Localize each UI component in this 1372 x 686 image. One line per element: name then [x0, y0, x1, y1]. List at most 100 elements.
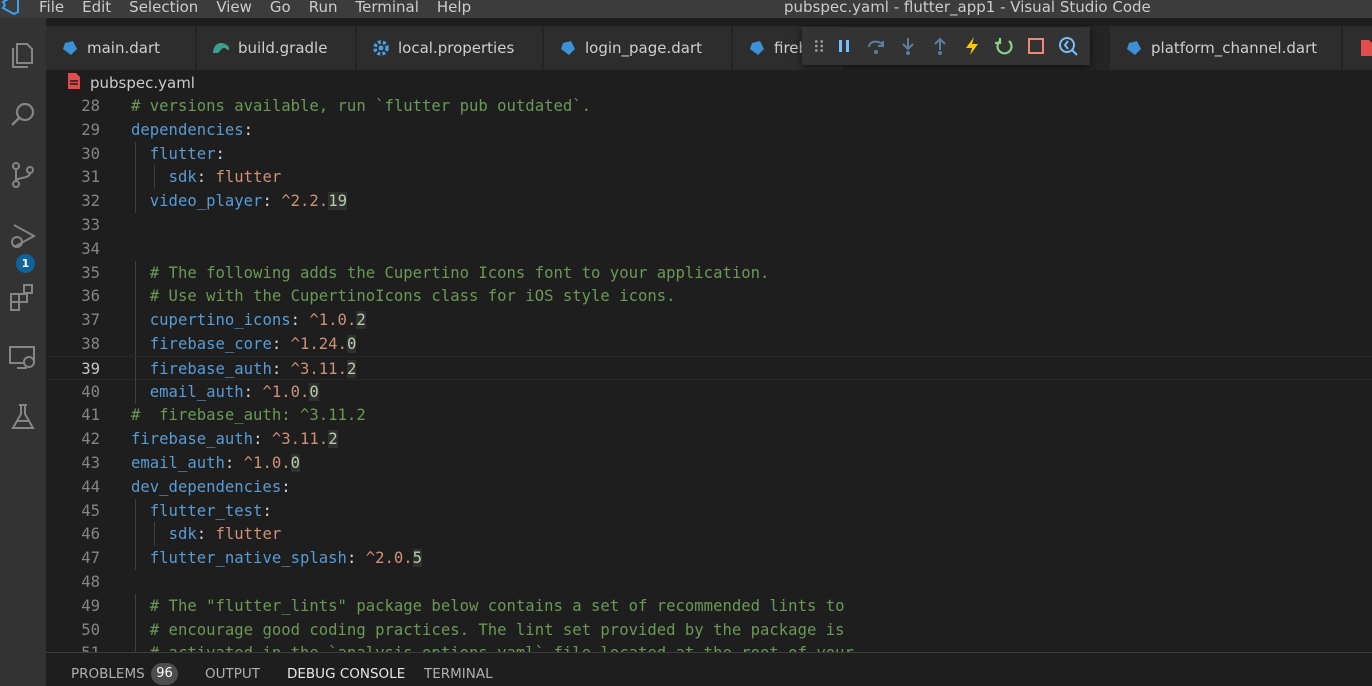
breadcrumb: pubspec.yaml	[46, 70, 1372, 96]
menu-view[interactable]: View	[207, 0, 261, 17]
line-number: 41	[81, 406, 100, 425]
remote-explorer-icon[interactable]	[0, 334, 46, 380]
dart-icon	[558, 38, 578, 58]
menu-edit[interactable]: Edit	[73, 0, 120, 17]
code-line[interactable]: 49 # The "flutter_lints" package below c…	[46, 593, 1372, 618]
line-number: 35	[81, 263, 100, 282]
gear-icon	[371, 38, 391, 58]
code-text: dependencies:	[131, 120, 254, 139]
code-line[interactable]: 41 # firebase_auth: ^3.11.2	[46, 403, 1372, 427]
code-line[interactable]: 45 flutter_test:	[46, 498, 1372, 523]
line-number: 33	[81, 216, 100, 234]
line-number: 39	[81, 359, 100, 378]
code-line[interactable]: 29 dependencies:	[46, 118, 1372, 142]
code-line[interactable]: 47 flutter_native_splash: ^2.0.5	[46, 546, 1372, 571]
code-line[interactable]: 48	[46, 570, 1372, 594]
tab-output[interactable]: OUTPUT	[205, 666, 260, 682]
code-text: # firebase_auth: ^3.11.2	[131, 406, 366, 425]
code-line[interactable]: 38 firebase_core: ^1.24.0	[46, 332, 1372, 356]
code-line[interactable]: 44 dev_dependencies:	[46, 475, 1372, 499]
menu-selection[interactable]: Selection	[120, 0, 207, 17]
step-into-icon[interactable]	[892, 31, 924, 61]
step-over-icon[interactable]	[860, 31, 892, 61]
code-editor[interactable]: 28 # versions available, run `flutter pub…	[46, 96, 1372, 652]
code-line[interactable]: 39 firebase_auth: ^3.11.2	[46, 355, 1372, 381]
stop-icon[interactable]	[1020, 31, 1052, 61]
devtools-icon[interactable]	[1052, 31, 1084, 61]
code-text: # The "flutter_lints" package below cont…	[149, 596, 845, 615]
search-icon[interactable]	[0, 92, 46, 138]
debug-count-badge: 1	[16, 254, 35, 273]
dart-icon	[60, 38, 80, 58]
code-line[interactable]: 42 firebase_auth: ^3.11.2	[46, 427, 1372, 451]
code-line[interactable]: 40 email_auth: ^1.0.0	[46, 379, 1372, 404]
code-line[interactable]: 30 flutter:	[46, 141, 1372, 166]
menu-go[interactable]: Go	[261, 0, 300, 17]
code-line[interactable]: 31 sdk: flutter	[46, 165, 1372, 190]
pause-icon[interactable]	[828, 31, 860, 61]
line-number: 38	[81, 335, 100, 353]
code-line[interactable]: 34	[46, 237, 1372, 261]
code-line[interactable]: 28 # versions available, run `flutter pub…	[46, 96, 1372, 118]
code-text: dev_dependencies:	[131, 477, 291, 496]
line-number: 28	[81, 97, 100, 115]
tab-label: local.properties	[398, 39, 515, 57]
tab-local-properties[interactable]: local.properties	[357, 26, 543, 70]
line-number: 50	[81, 620, 100, 639]
line-number: 31	[81, 168, 100, 187]
window-title: pubspec.yaml - flutter_app1 - Visual Stu…	[784, 0, 1151, 16]
code-line[interactable]: 36 # Use with the CupertinoIcons class f…	[46, 284, 1372, 309]
vscode-logo-icon[interactable]	[0, 0, 22, 16]
line-number: 46	[81, 525, 100, 544]
tab-build-gradle[interactable]: build.gradle	[197, 26, 356, 70]
code-line[interactable]: 43 email_auth: ^1.0.0	[46, 451, 1372, 475]
drag-handle-icon[interactable]	[810, 31, 828, 61]
step-out-icon[interactable]	[924, 31, 956, 61]
menu-file[interactable]: File	[30, 0, 73, 17]
code-line[interactable]: 50 # encourage good coding practices. Th…	[46, 617, 1372, 642]
code-text: # The following adds the Cupertino Icons…	[149, 263, 770, 282]
tab-terminal[interactable]: TERMINAL	[424, 666, 493, 682]
code-text: cupertino_icons: ^1.0.2	[149, 311, 366, 330]
tab-label: platform_channel.dart	[1151, 39, 1318, 57]
tab-main-dart[interactable]: main.dart	[46, 26, 196, 70]
hot-restart-icon[interactable]	[988, 31, 1020, 61]
code-line[interactable]: 35 # The following adds the Cupertino Ic…	[46, 260, 1372, 285]
code-line[interactable]: 51 # activated in the `analysis_options.…	[46, 641, 1372, 652]
code-line[interactable]: 33	[46, 213, 1372, 237]
debug-toolbar	[802, 27, 1090, 65]
explorer-icon[interactable]	[0, 32, 46, 78]
tab-platform-channel-dart[interactable]: platform_channel.dart	[1110, 26, 1342, 70]
line-number: 37	[81, 311, 100, 330]
run-debug-icon[interactable]	[0, 213, 46, 259]
code-text: flutter_native_splash: ^2.0.5	[149, 549, 423, 568]
code-text: email_auth: ^1.0.0	[149, 382, 319, 401]
code-line[interactable]: 32 video_player: ^2.2.19	[46, 189, 1372, 214]
menu-terminal[interactable]: Terminal	[347, 0, 428, 17]
line-number: 42	[81, 430, 100, 449]
menu-help[interactable]: Help	[428, 0, 480, 17]
menu-run[interactable]: Run	[300, 0, 347, 17]
tab-label: main.dart	[87, 39, 161, 57]
code-text: flutter_test:	[149, 501, 272, 520]
line-number: 51	[46, 641, 100, 652]
tab-debug-console[interactable]: DEBUG CONSOLE	[287, 666, 405, 682]
menu-bar: File Edit Selection View Go Run Terminal…	[30, 0, 480, 17]
code-line[interactable]: 37 cupertino_icons: ^1.0.2	[46, 308, 1372, 333]
line-number: 30	[81, 144, 100, 163]
title-bar: File Edit Selection View Go Run Terminal…	[0, 0, 1372, 18]
tab-login-page-dart[interactable]: login_page.dart	[544, 26, 732, 70]
testing-icon[interactable]	[0, 394, 46, 440]
extensions-icon[interactable]	[0, 274, 46, 320]
line-number: 29	[81, 120, 100, 139]
hot-reload-icon[interactable]	[956, 31, 988, 61]
yaml-file-icon	[1357, 38, 1372, 58]
source-control-icon[interactable]	[0, 152, 46, 198]
code-line[interactable]: 46 sdk: flutter	[46, 522, 1372, 547]
tab-overflow[interactable]	[1343, 26, 1372, 70]
code-text: sdk: flutter	[168, 525, 282, 544]
breadcrumb-file[interactable]: pubspec.yaml	[90, 74, 195, 92]
bottom-panel: PROBLEMS 96 OUTPUT DEBUG CONSOLE TERMINA…	[46, 652, 1372, 686]
tab-problems[interactable]: PROBLEMS	[71, 666, 145, 682]
line-number: 40	[81, 382, 100, 401]
